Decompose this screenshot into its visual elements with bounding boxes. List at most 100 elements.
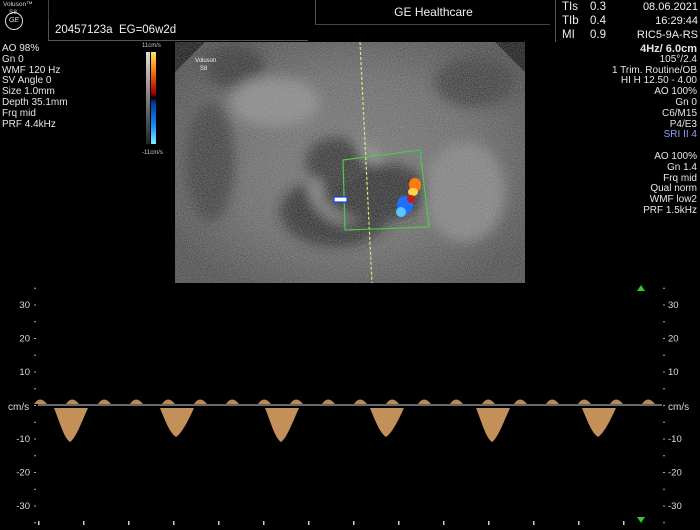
patient-info[interactable]: 20457123a EG=06w2d xyxy=(48,20,308,41)
scale-tick xyxy=(663,304,665,306)
scale-tick xyxy=(34,354,36,356)
time-tick xyxy=(488,521,490,525)
scale-tick xyxy=(663,438,665,440)
scale-tick xyxy=(663,321,665,323)
time-tick xyxy=(533,521,535,525)
color-scale-bar xyxy=(146,52,156,144)
safety-indices: TIs 0.3 TIb 0.4 MI 0.9 xyxy=(555,0,615,42)
scale-tick-label: -20 xyxy=(16,468,30,479)
time-tick xyxy=(83,521,85,525)
scale-tick xyxy=(34,388,36,390)
cursor-marker-icon xyxy=(637,285,645,291)
cursor-marker-icon xyxy=(637,517,645,523)
divider xyxy=(48,0,49,20)
spectral-waveform xyxy=(418,399,431,404)
hospital-name: GE Healthcare xyxy=(315,0,551,24)
time: 16:29:44 xyxy=(655,15,698,27)
doppler-spectrum[interactable]: 30 20 10 -10 -20 -30 30 20 10 -10 -20 -30 cm/s cm/… xyxy=(0,283,700,525)
spectral-waveform xyxy=(476,408,510,442)
scale-tick xyxy=(34,455,36,457)
scale-tick xyxy=(663,371,665,373)
scale-tick-label: -10 xyxy=(668,434,682,445)
scale-tick xyxy=(34,304,36,306)
colorbar-max: 11cm/s xyxy=(142,43,161,49)
scale-tick-label: 20 xyxy=(668,334,679,345)
spectral-waveform xyxy=(265,408,299,442)
spectral-waveform xyxy=(546,399,559,404)
scale-tick xyxy=(34,421,36,423)
time-tick xyxy=(38,521,40,525)
scale-tick xyxy=(663,472,665,473)
image-brand-label: Voluson xyxy=(195,58,216,64)
index-row: TIb 0.4 xyxy=(562,15,606,27)
scale-tick xyxy=(34,488,36,490)
time-tick xyxy=(128,521,130,525)
scale-tick xyxy=(34,338,36,339)
spectral-waveform xyxy=(450,399,463,404)
scale-tick xyxy=(663,455,665,457)
index-row: MI 0.9 xyxy=(562,29,606,41)
time-tick xyxy=(263,521,265,525)
time-tick xyxy=(218,521,220,525)
ultrasound-image[interactable]: Voluson S8 xyxy=(175,41,525,284)
scale-tick xyxy=(34,472,36,473)
spectral-waveform xyxy=(66,399,79,404)
probe-name: RIC5-9A-RS xyxy=(636,29,698,41)
index-row: TIs 0.3 xyxy=(562,1,606,13)
unit-label-left: cm/s xyxy=(8,402,29,413)
spectral-waveform xyxy=(642,399,655,404)
spectral-waveform xyxy=(386,399,399,404)
spectral-waveform xyxy=(258,399,271,404)
datetime: 08.06.2021 16:29:44 RIC5-9A-RS xyxy=(620,0,698,42)
scale-tick-label: -20 xyxy=(668,468,682,479)
scale-tick-label: -30 xyxy=(668,501,682,512)
spectral-waveform xyxy=(578,399,591,404)
logo-area: Voluson™ S8 GE xyxy=(0,0,46,42)
spectral-waveform xyxy=(322,399,335,404)
divider xyxy=(315,24,550,25)
scale-tick xyxy=(663,388,665,390)
scale-tick-label: -30 xyxy=(16,501,30,512)
spectral-waveform xyxy=(482,399,495,404)
unit-label-right: cm/s xyxy=(668,402,689,413)
spectral-waveform xyxy=(610,399,623,404)
exam-info: EG=06w2d xyxy=(118,24,177,36)
scale-tick xyxy=(663,287,665,289)
scale-tick xyxy=(663,338,665,339)
brand-name: Voluson™ xyxy=(3,1,33,8)
scale-tick xyxy=(34,405,36,406)
time-tick xyxy=(578,521,580,525)
spectral-waveform xyxy=(194,399,207,404)
scale-tick xyxy=(34,522,36,524)
time-tick xyxy=(308,521,310,525)
scale-tick xyxy=(34,287,36,289)
patient-id: 20457123a xyxy=(55,24,113,36)
ge-logo-icon: GE xyxy=(5,12,23,30)
scale-tick xyxy=(34,371,36,373)
scale-tick-label: 30 xyxy=(19,300,30,311)
time-tick xyxy=(623,521,625,525)
colorbar-min: -11cm/s xyxy=(142,150,163,156)
spectral-waveform xyxy=(370,408,404,437)
scale-tick-label: 10 xyxy=(668,367,679,378)
spectral-waveform xyxy=(130,399,143,404)
right-parameters: 4Hz/ 6.0cm 105°/2.4 1 Trim. Routine/OB H… xyxy=(611,43,697,216)
spectral-waveform xyxy=(54,408,88,442)
scale-tick xyxy=(663,354,665,356)
scale-tick-label: 20 xyxy=(19,334,30,345)
time-tick xyxy=(353,521,355,525)
spectral-waveform xyxy=(354,399,367,404)
spectral-waveform xyxy=(226,399,239,404)
image-model-label: S8 xyxy=(200,66,208,72)
scale-tick xyxy=(663,405,665,406)
spectral-waveform xyxy=(290,399,303,404)
time-tick xyxy=(173,521,175,525)
time-tick xyxy=(443,521,445,525)
scale-tick xyxy=(663,505,665,507)
date: 08.06.2021 xyxy=(642,1,698,13)
spectral-waveform xyxy=(98,399,111,404)
scale-tick xyxy=(34,321,36,323)
scale-tick-label: 10 xyxy=(19,367,30,378)
scale-tick xyxy=(34,505,36,507)
spectral-waveform xyxy=(160,408,194,437)
